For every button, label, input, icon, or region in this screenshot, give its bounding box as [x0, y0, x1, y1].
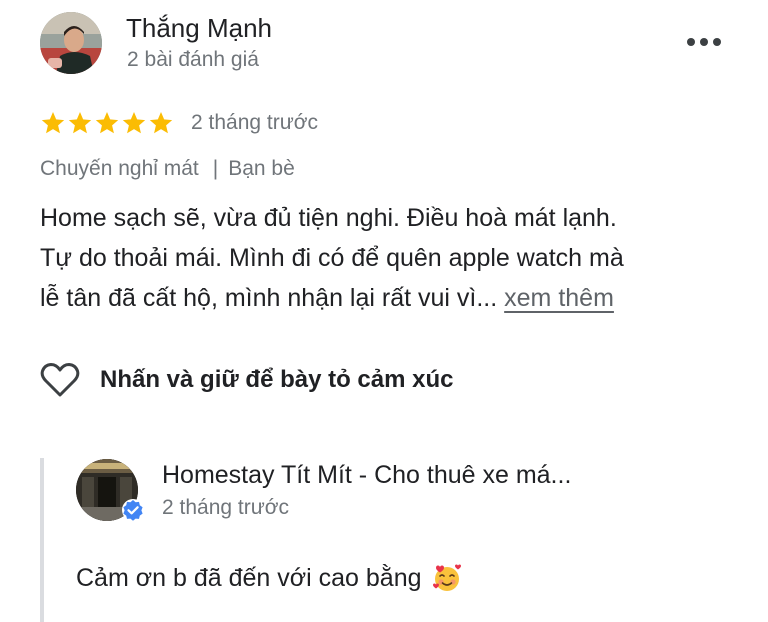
owner-name[interactable]: Homestay Tít Mít - Cho thuê xe má...	[162, 459, 571, 491]
star-icon	[95, 111, 119, 134]
rating-row: 2 tháng trước	[40, 108, 318, 138]
star-rating	[40, 110, 174, 136]
owner-response-message: Cảm ơn b đã đến với cao bằng	[76, 564, 422, 592]
review-text: Home sạch sẽ, vừa đủ tiện nghi. Điều hoà…	[40, 198, 740, 318]
review-text-line: Tự do thoải mái. Mình đi có để quên appl…	[40, 244, 624, 272]
see-more-link[interactable]: xem thêm	[504, 284, 614, 312]
react-button[interactable]: Nhấn và giữ để bày tỏ cảm xúc	[40, 360, 453, 400]
owner-response-text: Cảm ơn b đã đến với cao bằng	[76, 560, 462, 596]
star-icon	[149, 111, 173, 134]
trip-type: Chuyến nghỉ mát	[40, 157, 199, 180]
trip-companions: Bạn bè	[228, 157, 295, 180]
heart-outline-icon	[40, 363, 80, 397]
trip-separator: |	[212, 157, 219, 180]
review-text-line: Home sạch sẽ, vừa đủ tiện nghi. Điều hoà…	[40, 204, 617, 232]
smiling-face-with-hearts-icon	[432, 564, 461, 591]
review-text-line-content: lễ tân đã cất hộ, mình nhận lại rất vui …	[40, 284, 498, 312]
star-icon	[68, 111, 92, 134]
verified-badge-icon	[122, 499, 144, 521]
user-photo-avatar	[40, 12, 102, 74]
reviewer-avatar[interactable]	[40, 12, 102, 74]
owner-response-date: 2 tháng trước	[162, 496, 290, 519]
owner-response-divider	[40, 458, 44, 622]
trip-info: Chuyến nghỉ mát | Bạn bè	[40, 155, 295, 183]
reviewer-name[interactable]: Thắng Mạnh	[126, 12, 272, 44]
review-date: 2 tháng trước	[191, 111, 319, 134]
more-horizontal-icon	[687, 38, 721, 46]
react-label: Nhấn và giữ để bày tỏ cảm xúc	[100, 366, 454, 393]
star-icon	[41, 111, 65, 134]
more-options-button[interactable]	[680, 24, 728, 60]
star-icon	[122, 111, 146, 134]
review-text-line: lễ tân đã cất hộ, mình nhận lại rất vui …	[40, 278, 740, 318]
reviewer-review-count: 2 bài đánh giá	[127, 48, 259, 71]
